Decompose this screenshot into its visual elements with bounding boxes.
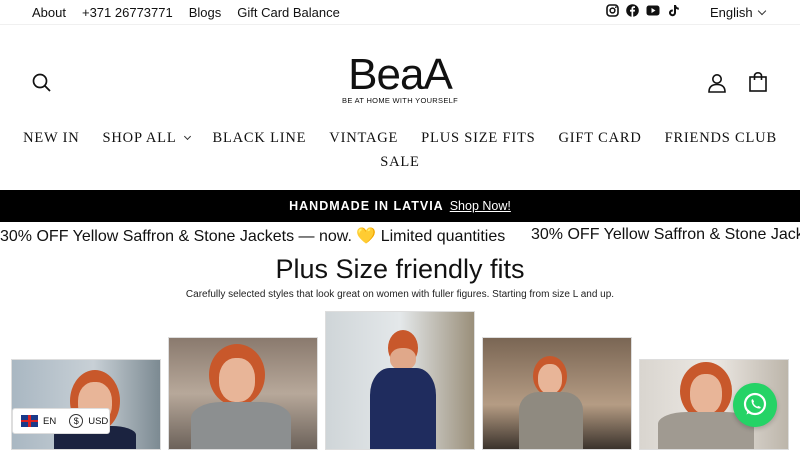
cart-icon[interactable] bbox=[747, 71, 769, 93]
whatsapp-chat-button[interactable] bbox=[733, 383, 777, 427]
product-image-detail bbox=[191, 402, 291, 449]
utility-bar: About +371 26773771 Blogs Gift Card Bala… bbox=[0, 0, 800, 24]
facebook-icon[interactable] bbox=[626, 4, 639, 17]
shop-now-link[interactable]: Shop Now! bbox=[450, 199, 511, 213]
social-links bbox=[606, 4, 680, 17]
currency-code: USD bbox=[88, 415, 109, 427]
product-image-detail bbox=[390, 348, 416, 370]
announcement-text: HANDMADE IN LATVIA bbox=[289, 199, 444, 213]
logo-wordmark: BeaA bbox=[348, 50, 453, 99]
nav-gift-card[interactable]: GIFT CARD bbox=[559, 128, 642, 148]
gift-card-balance-link[interactable]: Gift Card Balance bbox=[237, 5, 340, 20]
uk-flag-icon bbox=[21, 415, 38, 427]
announcement-bar: HANDMADE IN LATVIA Shop Now! bbox=[0, 190, 800, 222]
section-title: Plus Size friendly fits bbox=[275, 254, 525, 284]
instagram-icon[interactable] bbox=[606, 4, 619, 17]
account-icon[interactable] bbox=[706, 72, 728, 94]
product-image-detail bbox=[370, 368, 436, 449]
nav-shop-all-label: SHOP ALL bbox=[102, 130, 177, 146]
nav-shop-all[interactable]: SHOP ALL bbox=[102, 128, 191, 148]
nav-plus-size-fits[interactable]: PLUS SIZE FITS bbox=[421, 128, 535, 148]
marquee-text: 30% OFF Yellow Saffron & Stone Jackets —… bbox=[0, 228, 352, 245]
nav-vintage[interactable]: VINTAGE bbox=[329, 128, 398, 148]
chevron-down-icon bbox=[757, 6, 766, 16]
currency-language: EN bbox=[43, 415, 57, 427]
product-image-detail bbox=[519, 392, 583, 449]
dollar-icon: $ bbox=[69, 414, 84, 428]
utility-links: About +371 26773771 Blogs Gift Card Bala… bbox=[32, 5, 340, 20]
marquee-item: 30% OFF Yellow Saffron & Stone Jackets —… bbox=[0, 226, 505, 246]
search-icon[interactable] bbox=[31, 72, 53, 94]
phone-link[interactable]: +371 26773771 bbox=[82, 5, 173, 20]
blogs-link[interactable]: Blogs bbox=[189, 5, 222, 20]
about-link[interactable]: About bbox=[32, 5, 66, 20]
product-image-detail bbox=[690, 374, 722, 414]
promo-marquee: 30% OFF Yellow Saffron & Stone Jackets —… bbox=[0, 225, 800, 247]
marquee-item-repeat: 30% OFF Yellow Saffron & Stone Jacke bbox=[531, 226, 800, 243]
language-selector[interactable]: English bbox=[710, 5, 766, 20]
logo-tagline: BE AT HOME WITH YOURSELF bbox=[342, 96, 458, 105]
tiktok-icon[interactable] bbox=[667, 4, 680, 17]
section-subtitle: Carefully selected styles that look grea… bbox=[185, 289, 615, 300]
main-navigation: NEW IN SHOP ALL BLACK LINE VINTAGE PLUS … bbox=[0, 128, 800, 172]
product-card[interactable] bbox=[11, 359, 161, 450]
site-logo[interactable]: BeaA BE AT HOME WITH YOURSELF bbox=[339, 50, 461, 106]
product-card[interactable] bbox=[482, 337, 632, 450]
product-image-detail bbox=[219, 358, 255, 402]
marquee-text-2: Limited quantities bbox=[380, 228, 506, 245]
product-image-detail bbox=[538, 364, 562, 394]
product-card[interactable] bbox=[325, 311, 475, 450]
product-card[interactable] bbox=[168, 337, 318, 450]
youtube-icon[interactable] bbox=[646, 4, 660, 17]
divider bbox=[0, 24, 800, 25]
nav-friends-club[interactable]: FRIENDS CLUB bbox=[665, 128, 777, 148]
nav-sale[interactable]: SALE bbox=[380, 152, 419, 172]
language-label: English bbox=[710, 5, 753, 20]
nav-black-line[interactable]: BLACK LINE bbox=[213, 128, 307, 148]
nav-new-in[interactable]: NEW IN bbox=[23, 128, 79, 148]
chevron-down-icon bbox=[183, 132, 191, 141]
heart-icon: 💛 bbox=[356, 228, 377, 245]
currency-selector[interactable]: EN $ USD bbox=[12, 408, 110, 434]
